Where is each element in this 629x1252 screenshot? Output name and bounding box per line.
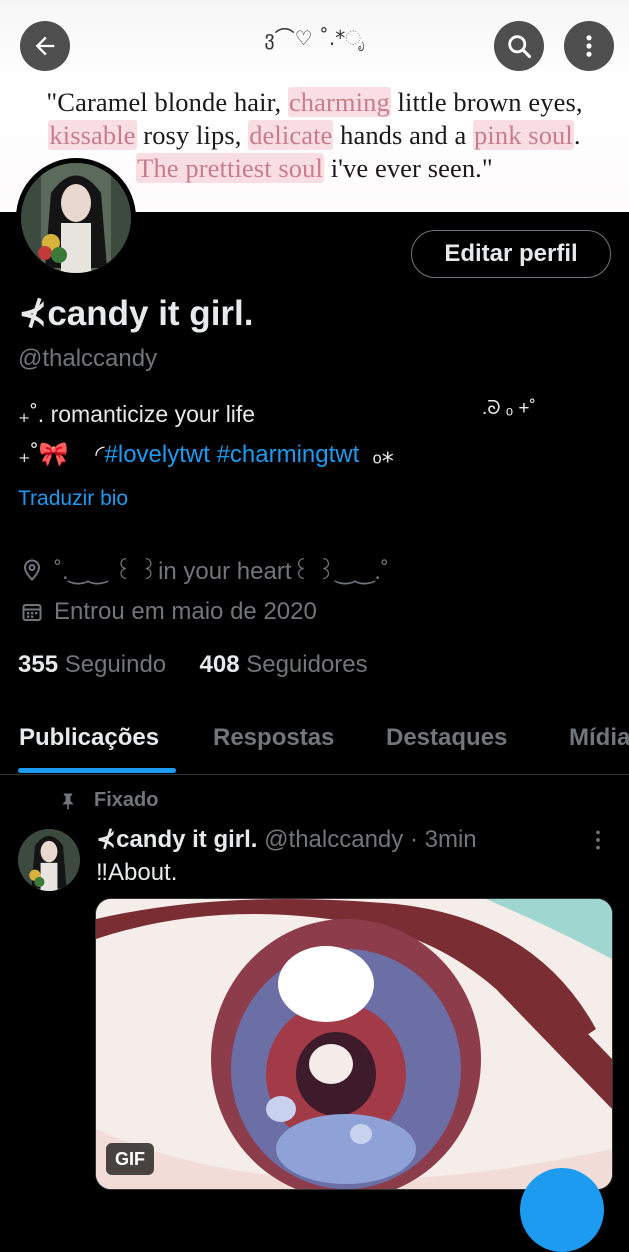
profile-handle: @thalccandy (18, 345, 158, 372)
avatar (21, 163, 131, 273)
hashtag-link[interactable]: #lovelytwt (105, 441, 210, 468)
compose-fab-button[interactable] (520, 1168, 604, 1252)
profile-joined-date: Entrou em maio de 2020 (20, 598, 317, 626)
more-vertical-icon (596, 830, 600, 850)
back-button[interactable] (20, 21, 70, 71)
edit-profile-button[interactable]: Editar perfil (411, 230, 611, 278)
location-pin-icon (23, 558, 41, 581)
tweet-timestamp[interactable]: · 3min (410, 826, 477, 853)
tweet-media-gif[interactable] (95, 898, 613, 1190)
profile-tabs: Publicações Respostas Destaques Mídia (0, 720, 629, 775)
search-button[interactable] (494, 21, 544, 71)
bio-line-2: ₊˚🎀 ◜#lovelytwt #charmingtwt ₒ⁎ (18, 441, 394, 468)
profile-name: ⊀candy it girl. (18, 294, 254, 333)
tweet-avatar[interactable] (18, 829, 80, 891)
tweet-author-handle[interactable]: @thalccandy (264, 826, 403, 853)
more-options-button[interactable] (564, 21, 614, 71)
active-tab-indicator (18, 768, 176, 773)
translate-bio-link[interactable]: Traduzir bio (18, 487, 128, 511)
tweet-header: ⊀candy it girl. @thalccandy · 3min (96, 825, 477, 854)
tab-destaques[interactable]: Destaques (386, 724, 507, 752)
pinned-label: Fixado (58, 789, 158, 812)
arrow-left-icon (35, 36, 55, 56)
following-link[interactable]: 355 Seguindo (18, 651, 166, 678)
gif-badge: GIF (106, 1143, 154, 1175)
tweet-more-button[interactable] (585, 827, 611, 858)
tweet-author-name[interactable]: ⊀candy it girl. (96, 826, 257, 853)
tweet-text: ‼About. (96, 859, 178, 886)
calendar-icon (22, 604, 42, 621)
hashtag-link[interactable]: #charmingtwt (217, 441, 360, 468)
profile-avatar[interactable] (16, 158, 136, 278)
pin-icon (63, 793, 73, 809)
follow-stats: 355 Seguindo 408 Seguidores (18, 651, 368, 679)
bio-line-1: ₊˚. romanticize your life (18, 401, 256, 427)
followers-link[interactable]: 408 Seguidores (200, 651, 368, 678)
search-icon (508, 35, 532, 59)
tab-publicacoes[interactable]: Publicações (19, 724, 159, 752)
bio-decoration: .ᘐ ₒ +˚ (482, 398, 536, 419)
tab-respostas[interactable]: Respostas (213, 724, 334, 752)
profile-location: ˚.‿‿ ꒰ ꒱in your heart꒰ ꒱‿‿.˚ (20, 553, 389, 586)
tab-midia[interactable]: Mídia (569, 724, 629, 752)
more-vertical-icon (586, 35, 592, 57)
